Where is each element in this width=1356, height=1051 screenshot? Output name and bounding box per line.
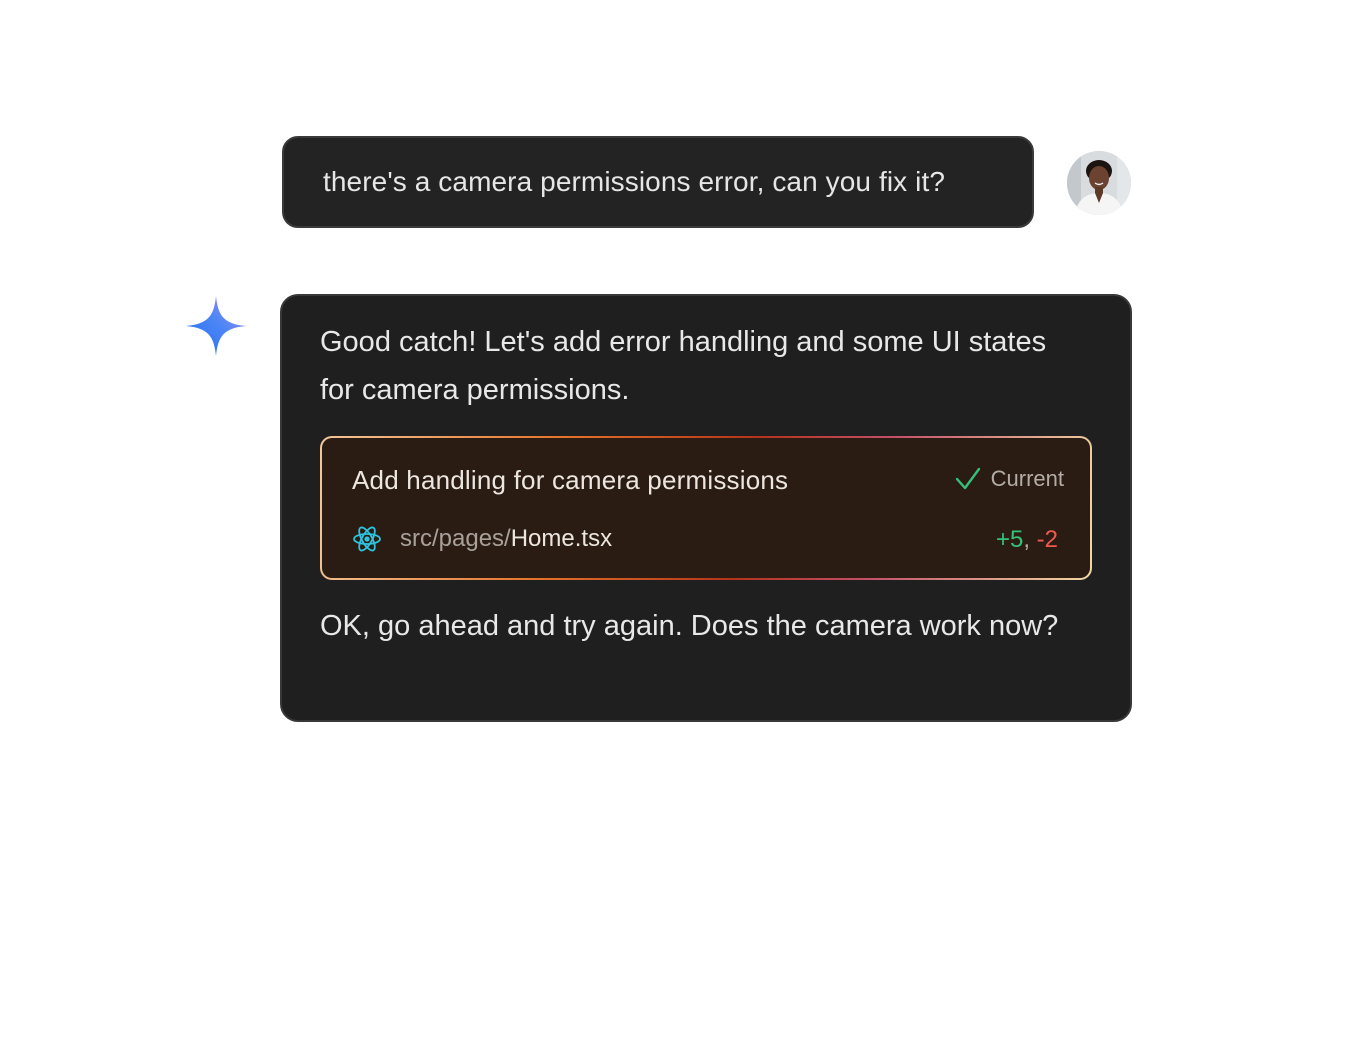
avatar-photo-icon [1067, 151, 1131, 215]
change-status: Current [955, 466, 1064, 492]
chat-canvas: there's a camera permissions error, can … [0, 0, 1356, 1051]
assistant-followup-text: OK, go ahead and try again. Does the cam… [320, 610, 1059, 642]
additions-count: +5 [995, 526, 1024, 553]
user-message-text: there's a camera permissions error, can … [323, 166, 946, 197]
file-name: Home.tsx [510, 525, 613, 552]
change-title: Add handling for camera permissions [352, 465, 789, 495]
change-card[interactable]: Add handling for camera permissions Curr… [320, 436, 1092, 580]
react-icon [353, 526, 381, 552]
change-card-body: Add handling for camera permissions Curr… [322, 438, 1090, 578]
diff-stats: +5, -2 [996, 526, 1058, 554]
assistant-intro-text: Good catch! Let's add error handling and… [320, 326, 1047, 406]
assistant-message-bubble: Good catch! Let's add error handling and… [280, 294, 1132, 722]
check-icon [955, 467, 980, 490]
deletions-count: -2 [1036, 526, 1058, 553]
user-message-bubble: there's a camera permissions error, can … [282, 136, 1034, 228]
diff-separator: , [1023, 526, 1030, 553]
file-link[interactable]: src/pages/Home.tsx [352, 524, 612, 554]
user-avatar[interactable] [1067, 151, 1131, 215]
file-path: src/pages/Home.tsx [400, 525, 612, 553]
status-label: Current [990, 466, 1064, 491]
file-dir: src/pages/ [400, 525, 511, 552]
sparkle-icon [186, 296, 246, 356]
